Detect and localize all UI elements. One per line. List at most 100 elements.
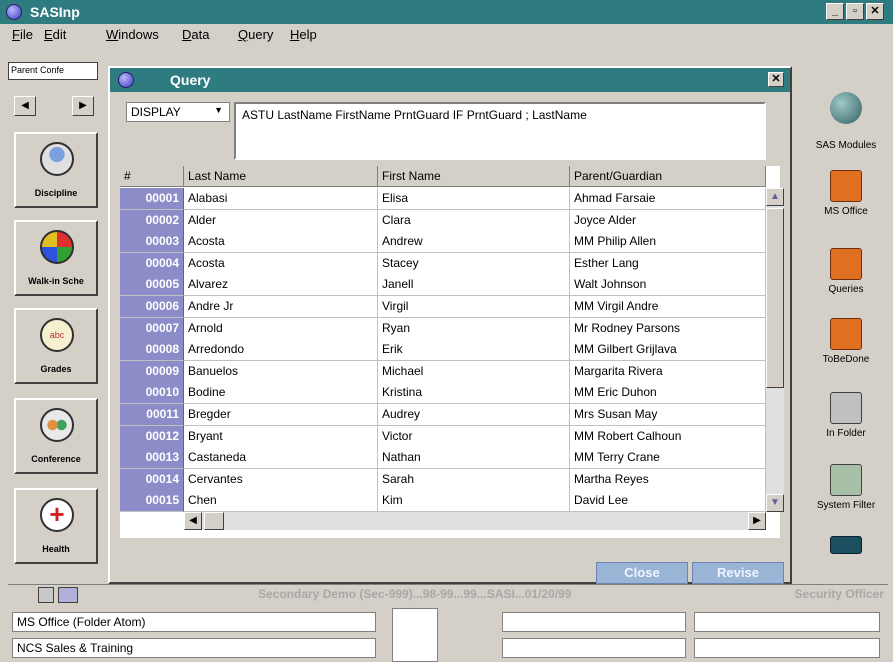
next-record-button[interactable]: ▶ (72, 96, 94, 116)
row-number[interactable]: 00006 (120, 296, 184, 318)
row-number[interactable]: 00008 (120, 339, 184, 362)
first-name-cell[interactable]: Victor (378, 425, 570, 448)
last-name-cell[interactable]: Castaneda (184, 447, 378, 470)
table-row[interactable]: 00010 Bodine Kristina MM Eric Duhon (120, 382, 766, 405)
parent-guardian-cell[interactable]: Joyce Alder (570, 209, 766, 232)
column-header-parent-guardian[interactable]: Parent/Guardian (570, 166, 766, 187)
table-row[interactable]: 00014 Cervantes Sarah Martha Reyes (120, 468, 766, 491)
lock-icon[interactable] (38, 587, 54, 603)
row-number[interactable]: 00015 (120, 490, 184, 513)
last-name-cell[interactable]: Chen (184, 490, 378, 513)
first-name-cell[interactable]: Audrey (378, 404, 570, 426)
discipline-button[interactable]: Discipline (14, 132, 98, 208)
row-number[interactable]: 00004 (120, 252, 184, 275)
last-name-cell[interactable]: Andre Jr (184, 296, 378, 318)
last-name-cell[interactable]: Bregder (184, 404, 378, 426)
first-name-cell[interactable]: Kristina (378, 382, 570, 405)
display-mode-select[interactable]: DISPLAY ▼ (126, 102, 230, 122)
last-name-cell[interactable]: Banuelos (184, 360, 378, 383)
menu-file[interactable]: File (12, 27, 33, 42)
parent-guardian-cell[interactable]: Esther Lang (570, 252, 766, 275)
first-name-cell[interactable]: Janell (378, 274, 570, 297)
scroll-right-button[interactable]: ▶ (748, 512, 766, 530)
row-number[interactable]: 00001 (120, 188, 184, 210)
previous-record-button[interactable]: ◀ (14, 96, 36, 116)
query-titlebar[interactable]: Query ✕ (110, 68, 790, 92)
close-app-button[interactable]: ✕ (866, 3, 884, 20)
grades-button[interactable]: abc Grades (14, 308, 98, 384)
table-row[interactable]: 00015 Chen Kim David Lee (120, 490, 766, 513)
parent-guardian-cell[interactable]: MM Terry Crane (570, 447, 766, 470)
parent-guardian-cell[interactable]: MM Philip Allen (570, 231, 766, 254)
menu-edit[interactable]: Edit (44, 27, 66, 42)
close-button[interactable]: Close (596, 562, 688, 584)
parent-guardian-cell[interactable]: Walt Johnson (570, 274, 766, 297)
parent-guardian-cell[interactable]: MM Eric Duhon (570, 382, 766, 405)
row-number[interactable]: 00003 (120, 231, 184, 254)
first-name-cell[interactable]: Virgil (378, 296, 570, 318)
last-name-cell[interactable]: Alvarez (184, 274, 378, 297)
query-text-area[interactable]: ASTU LastName FirstName PrntGuard IF Prn… (234, 102, 766, 160)
parent-guardian-cell[interactable]: Martha Reyes (570, 468, 766, 491)
row-number[interactable]: 00014 (120, 468, 184, 491)
table-row[interactable]: 00006 Andre Jr Virgil MM Virgil Andre (120, 296, 766, 318)
restore-button[interactable]: ▫ (846, 3, 864, 20)
scroll-left-button[interactable]: ◀ (184, 512, 202, 530)
row-number[interactable]: 00005 (120, 274, 184, 297)
row-number[interactable]: 00007 (120, 317, 184, 340)
row-number[interactable]: 00002 (120, 209, 184, 232)
parent-guardian-cell[interactable]: MM Gilbert Grijlava (570, 339, 766, 362)
row-number[interactable]: 00011 (120, 404, 184, 426)
scroll-up-button[interactable]: ▲ (766, 188, 784, 206)
first-name-cell[interactable]: Michael (378, 360, 570, 383)
walk-in-schedule-button[interactable]: Walk-in Sche (14, 220, 98, 296)
vertical-scrollbar[interactable]: ▲ ▼ (766, 188, 784, 512)
horizontal-scrollbar[interactable]: ◀ ▶ (184, 512, 766, 530)
last-name-cell[interactable]: Cervantes (184, 468, 378, 491)
health-button[interactable]: + Health (14, 488, 98, 564)
table-row[interactable]: 00013 Castaneda Nathan MM Terry Crane (120, 447, 766, 470)
column-header-number[interactable]: # (120, 166, 184, 187)
first-name-cell[interactable]: Erik (378, 339, 570, 362)
menu-help[interactable]: Help (290, 27, 317, 42)
scroll-down-button[interactable]: ▼ (766, 494, 784, 512)
first-name-cell[interactable]: Clara (378, 209, 570, 232)
row-number[interactable]: 00012 (120, 425, 184, 448)
parent-guardian-cell[interactable]: Margarita Rivera (570, 360, 766, 383)
table-row[interactable]: 00012 Bryant Victor MM Robert Calhoun (120, 425, 766, 448)
menu-query[interactable]: Query (238, 27, 273, 42)
last-name-cell[interactable]: Acosta (184, 252, 378, 275)
vertical-scroll-thumb[interactable] (766, 208, 784, 388)
last-name-cell[interactable]: Alabasi (184, 188, 378, 210)
parent-guardian-cell[interactable]: Mrs Susan May (570, 404, 766, 426)
table-row[interactable]: 00011 Bregder Audrey Mrs Susan May (120, 404, 766, 426)
parent-guardian-cell[interactable]: David Lee (570, 490, 766, 513)
first-name-cell[interactable]: Nathan (378, 447, 570, 470)
table-row[interactable]: 00008 Arredondo Erik MM Gilbert Grijlava (120, 339, 766, 362)
last-name-cell[interactable]: Acosta (184, 231, 378, 254)
horizontal-scroll-thumb[interactable] (204, 512, 224, 530)
menu-windows[interactable]: Windows (106, 27, 159, 42)
parent-guardian-cell[interactable]: MM Virgil Andre (570, 296, 766, 318)
conference-button[interactable]: Conference (14, 398, 98, 474)
close-query-button[interactable]: ✕ (768, 72, 784, 87)
table-row[interactable]: 00007 Arnold Ryan Mr Rodney Parsons (120, 317, 766, 340)
last-name-cell[interactable]: Bryant (184, 425, 378, 448)
last-name-cell[interactable]: Bodine (184, 382, 378, 405)
table-row[interactable]: 00001 Alabasi Elisa Ahmad Farsaie (120, 188, 766, 210)
column-header-first-name[interactable]: First Name (378, 166, 570, 187)
menu-data[interactable]: Data (182, 27, 209, 42)
users-icon[interactable] (58, 587, 78, 603)
first-name-cell[interactable]: Ryan (378, 317, 570, 340)
column-header-last-name[interactable]: Last Name (184, 166, 378, 187)
first-name-cell[interactable]: Kim (378, 490, 570, 513)
row-number[interactable]: 00010 (120, 382, 184, 405)
table-row[interactable]: 00002 Alder Clara Joyce Alder (120, 209, 766, 232)
first-name-cell[interactable]: Andrew (378, 231, 570, 254)
parent-conference-field[interactable]: Parent Confe (8, 62, 98, 80)
parent-guardian-cell[interactable]: MM Robert Calhoun (570, 425, 766, 448)
table-row[interactable]: 00004 Acosta Stacey Esther Lang (120, 252, 766, 275)
row-number[interactable]: 00013 (120, 447, 184, 470)
last-name-cell[interactable]: Arredondo (184, 339, 378, 362)
first-name-cell[interactable]: Sarah (378, 468, 570, 491)
